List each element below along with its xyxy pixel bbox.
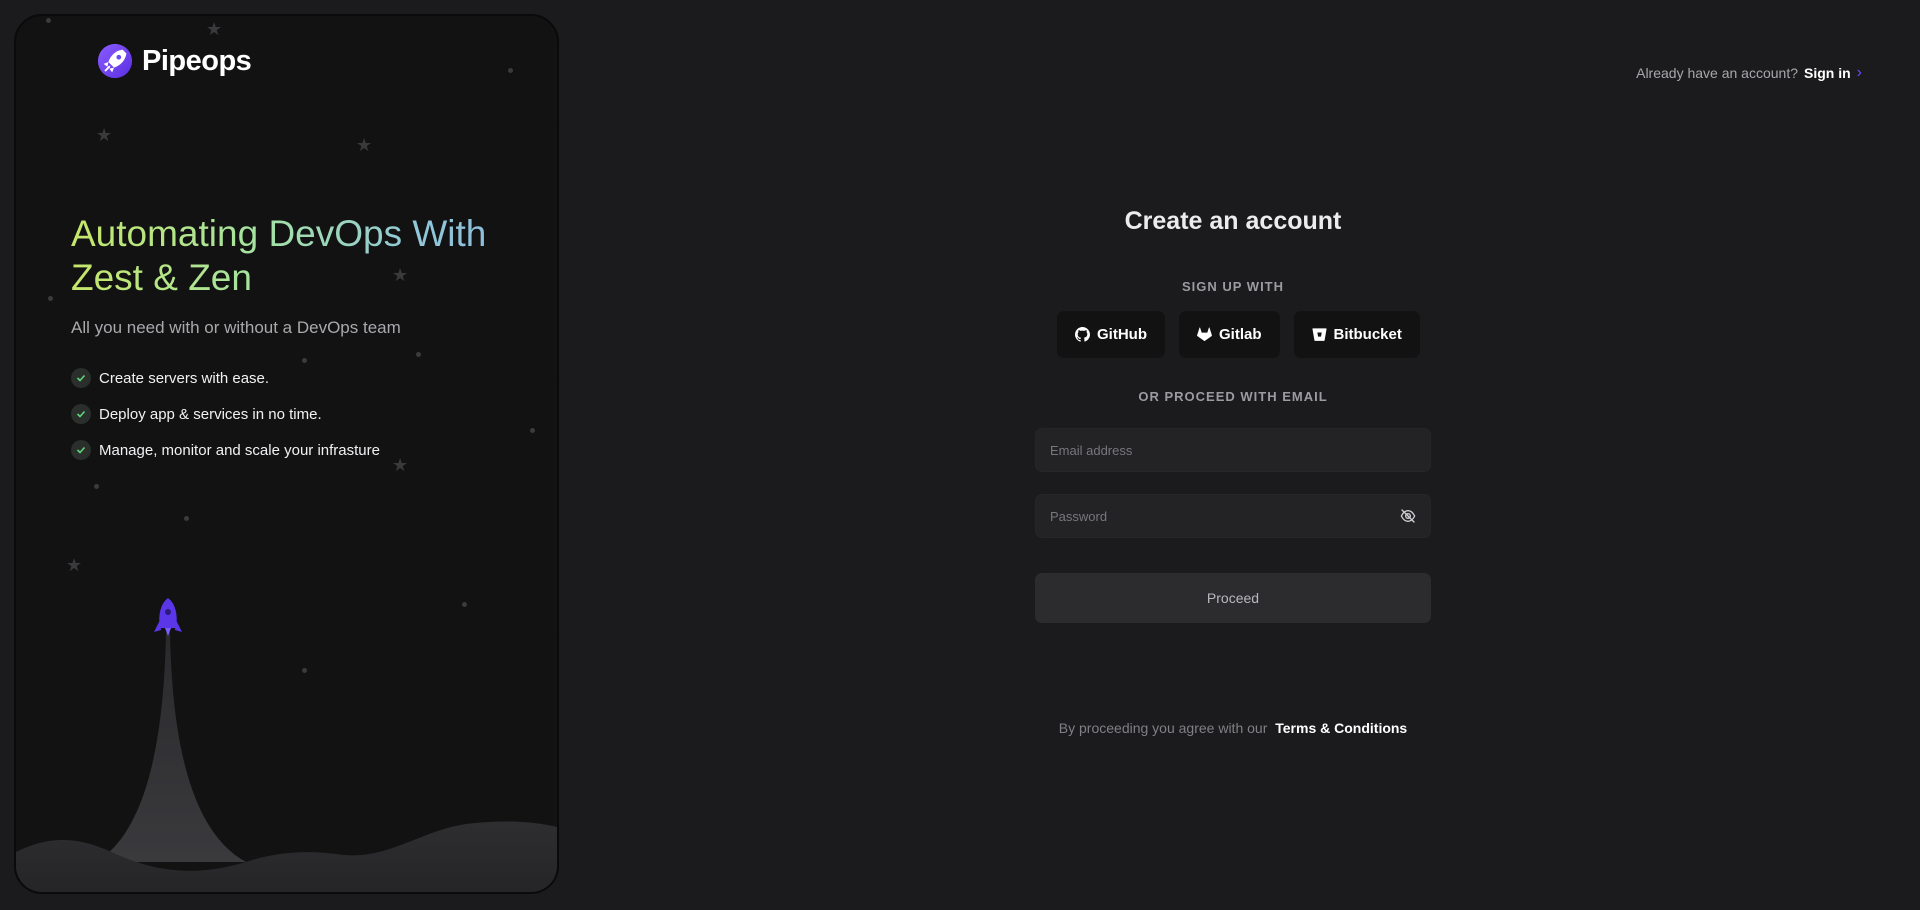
star-icon: ★ — [356, 135, 373, 155]
chevron-right-icon[interactable]: › — [1857, 64, 1862, 82]
terms-link[interactable]: Terms & Conditions — [1275, 720, 1407, 736]
star-dot — [94, 484, 99, 489]
github-label: GitHub — [1097, 326, 1147, 343]
star-dot — [530, 428, 535, 433]
signup-with-label: SIGN UP WITH — [1181, 279, 1285, 294]
star-icon: ★ — [96, 125, 113, 145]
check-icon — [71, 368, 91, 388]
feature-text: Deploy app & services in no time. — [99, 405, 322, 423]
gitlab-button[interactable]: Gitlab — [1179, 311, 1280, 358]
password-field[interactable] — [1035, 494, 1431, 538]
star-icon: ★ — [206, 19, 223, 39]
brand[interactable]: Pipeops — [96, 42, 252, 80]
feature-text: Create servers with ease. — [99, 369, 270, 387]
bitbucket-label: Bitbucket — [1333, 326, 1402, 343]
feature-text: Manage, monitor and scale your infrastur… — [99, 441, 380, 459]
proceed-button[interactable]: Proceed — [1035, 573, 1431, 623]
star-dot — [416, 352, 421, 357]
promo-panel: ★ ★ ★ ★ ★ ★ Pipeops Automating DevOps Wi… — [14, 14, 559, 894]
rocket-logo-icon — [97, 43, 133, 79]
feature-list: Create servers with ease. Deploy app & s… — [71, 360, 380, 468]
star-dot — [48, 296, 53, 301]
rocket-icon — [154, 598, 182, 636]
terms-notice: By proceeding you agree with our Terms &… — [1035, 720, 1431, 736]
check-icon — [71, 440, 91, 460]
github-icon — [1075, 327, 1090, 342]
bitbucket-button[interactable]: Bitbucket — [1293, 311, 1420, 358]
brand-name: Pipeops — [142, 44, 252, 77]
star-icon: ★ — [66, 555, 83, 575]
gitlab-label: Gitlab — [1219, 326, 1262, 343]
feature-item: Manage, monitor and scale your infrastur… — [71, 432, 380, 468]
feature-item: Create servers with ease. — [71, 360, 380, 396]
star-dot — [508, 68, 513, 73]
star-dot — [184, 516, 189, 521]
gitlab-icon — [1197, 327, 1212, 342]
oauth-providers: GitHub Gitlab Bitbucket — [1057, 311, 1420, 358]
email-input[interactable] — [1050, 442, 1416, 458]
hero-title: Automating DevOps With Zest & Zen — [71, 212, 531, 300]
bitbucket-icon — [1311, 328, 1327, 341]
hero-subtitle: All you need with or without a DevOps te… — [71, 318, 401, 337]
star-icon: ★ — [392, 455, 409, 475]
feature-item: Deploy app & services in no time. — [71, 396, 380, 432]
github-button[interactable]: GitHub — [1057, 311, 1165, 358]
check-icon — [71, 404, 91, 424]
terms-prefix: By proceeding you agree with our — [1058, 720, 1268, 736]
rocket-launch-illustration — [16, 598, 557, 892]
star-dot — [46, 18, 51, 23]
password-input[interactable] — [1050, 508, 1400, 524]
page-title: Create an account — [1124, 207, 1342, 235]
or-email-label: OR PROCEED WITH EMAIL — [1138, 389, 1328, 404]
email-field[interactable] — [1035, 428, 1431, 472]
signin-prompt: Already have an account? Sign in › — [1636, 64, 1862, 82]
signin-link[interactable]: Sign in — [1804, 65, 1851, 81]
signin-question: Already have an account? — [1636, 65, 1798, 81]
eye-off-icon[interactable] — [1400, 508, 1416, 524]
